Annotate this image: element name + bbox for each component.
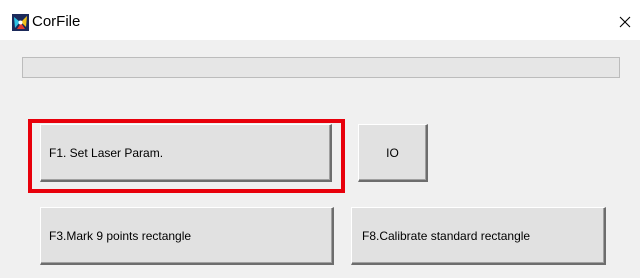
close-icon [619, 16, 631, 28]
dialog-client-area: F1. Set Laser Param. IO F3.Mark 9 points… [0, 40, 640, 278]
set-laser-param-label: F1. Set Laser Param. [49, 145, 164, 160]
calibrate-standard-rectangle-button[interactable]: F8.Calibrate standard rectangle [351, 207, 606, 265]
mark-9-points-rectangle-button[interactable]: F3.Mark 9 points rectangle [40, 207, 334, 265]
set-laser-param-button[interactable]: F1. Set Laser Param. [40, 124, 332, 182]
io-button[interactable]: IO [358, 124, 428, 182]
io-label: IO [386, 145, 399, 160]
calibrate-standard-rectangle-label: F8.Calibrate standard rectangle [362, 228, 531, 243]
window-title: CorFile [32, 13, 81, 30]
app-icon [12, 14, 29, 31]
title-bar: CorFile [0, 0, 640, 40]
close-button[interactable] [610, 6, 640, 38]
mark-9-points-rectangle-label: F3.Mark 9 points rectangle [49, 228, 192, 243]
progress-bar [22, 57, 620, 78]
